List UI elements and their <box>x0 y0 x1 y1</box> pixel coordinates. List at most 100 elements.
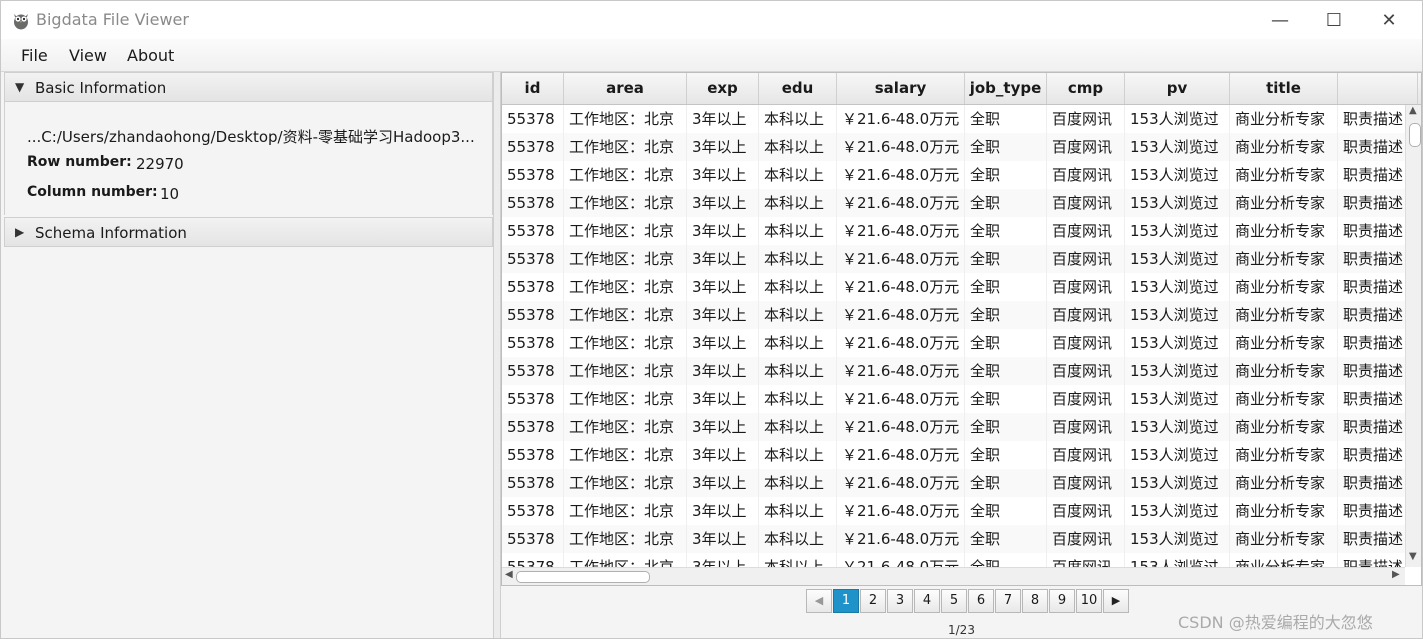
table-cell: 职责描述 <box>1338 525 1405 553</box>
page-button[interactable]: 3 <box>887 589 913 613</box>
table-cell: 55378 <box>502 105 564 133</box>
page-button[interactable]: 2 <box>860 589 886 613</box>
table-cell: 百度网讯 <box>1047 301 1125 329</box>
table-row[interactable]: 55378 工作地区：北京 3年以上 本科以上 ￥21.6-48.0万元 全职 百度网讯 15… <box>502 357 1405 385</box>
menu-file[interactable]: File <box>21 46 48 65</box>
table-row[interactable]: 55378 工作地区：北京 3年以上 本科以上 ￥21.6-48.0万元 全职 百度网讯 15… <box>502 105 1405 133</box>
table-row[interactable]: 55378 工作地区：北京 3年以上 本科以上 ￥21.6-48.0万元 全职 百度网讯 15… <box>502 413 1405 441</box>
column-header[interactable] <box>1338 73 1418 104</box>
close-button[interactable]: ✕ <box>1366 1 1412 39</box>
table-cell: 百度网讯 <box>1047 385 1125 413</box>
table-row[interactable]: 55378 工作地区：北京 3年以上 本科以上 ￥21.6-48.0万元 全职 百度网讯 15… <box>502 133 1405 161</box>
schema-information-header[interactable]: ▶ Schema Information <box>4 217 493 247</box>
basic-information-title: Basic Information <box>35 79 167 97</box>
table-cell: 3年以上 <box>687 217 759 245</box>
split-pane-divider[interactable] <box>493 72 501 638</box>
page-indicator: 1/23 <box>948 623 975 637</box>
table-cell: ￥21.6-48.0万元 <box>837 245 965 273</box>
table-cell: 本科以上 <box>759 105 837 133</box>
page-button[interactable]: 5 <box>941 589 967 613</box>
table-cell: 商业分析专家 <box>1230 273 1338 301</box>
column-header[interactable]: pv <box>1125 73 1230 104</box>
scroll-left-icon[interactable]: ◀ <box>505 569 513 580</box>
vertical-scroll-thumb[interactable] <box>1409 123 1421 147</box>
table-cell: 全职 <box>965 357 1047 385</box>
column-header[interactable]: exp <box>687 73 759 104</box>
page-button[interactable]: 7 <box>995 589 1021 613</box>
table-cell: ￥21.6-48.0万元 <box>837 469 965 497</box>
scroll-right-icon[interactable]: ▶ <box>1392 569 1400 580</box>
next-page-button[interactable]: ▶ <box>1103 589 1129 613</box>
table-cell: 3年以上 <box>687 413 759 441</box>
table-cell: 职责描述 <box>1338 469 1405 497</box>
table-cell: 职责描述 <box>1338 217 1405 245</box>
table-cell: 55378 <box>502 497 564 525</box>
table-cell: 商业分析专家 <box>1230 357 1338 385</box>
column-number-value: 10 <box>160 185 180 203</box>
table-cell: 职责描述 <box>1338 273 1405 301</box>
table-cell: 百度网讯 <box>1047 105 1125 133</box>
scroll-down-icon[interactable]: ▼ <box>1409 551 1417 562</box>
table-cell: 55378 <box>502 357 564 385</box>
table-row[interactable]: 55378 工作地区：北京 3年以上 本科以上 ￥21.6-48.0万元 全职 百度网讯 15… <box>502 329 1405 357</box>
horizontal-scrollbar[interactable]: ◀ ▶ <box>502 567 1405 585</box>
table-row[interactable]: 55378 工作地区：北京 3年以上 本科以上 ￥21.6-48.0万元 全职 百度网讯 15… <box>502 385 1405 413</box>
table-cell: 商业分析专家 <box>1230 497 1338 525</box>
table-row[interactable]: 55378 工作地区：北京 3年以上 本科以上 ￥21.6-48.0万元 全职 百度网讯 15… <box>502 441 1405 469</box>
table-cell: 55378 <box>502 525 564 553</box>
table-cell: 职责描述 <box>1338 189 1405 217</box>
maximize-button[interactable]: ☐ <box>1311 1 1357 39</box>
page-button[interactable]: 1 <box>833 589 859 613</box>
table-cell: 百度网讯 <box>1047 133 1125 161</box>
minimize-button[interactable]: — <box>1257 1 1303 39</box>
column-header[interactable]: salary <box>837 73 965 104</box>
table-row[interactable]: 55378 工作地区：北京 3年以上 本科以上 ￥21.6-48.0万元 全职 百度网讯 15… <box>502 161 1405 189</box>
table-cell: 本科以上 <box>759 497 837 525</box>
table-cell: 工作地区：北京 <box>564 133 687 161</box>
column-header[interactable]: id <box>502 73 564 104</box>
page-button[interactable]: 8 <box>1022 589 1048 613</box>
column-header[interactable]: cmp <box>1047 73 1125 104</box>
table-cell: 全职 <box>965 217 1047 245</box>
owl-icon <box>14 14 28 30</box>
table-cell: 全职 <box>965 105 1047 133</box>
prev-page-button[interactable]: ◀ <box>806 589 832 613</box>
column-header[interactable]: edu <box>759 73 837 104</box>
table-cell: 职责描述 <box>1338 105 1405 133</box>
table-cell: 全职 <box>965 413 1047 441</box>
menu-about[interactable]: About <box>127 46 174 65</box>
column-header[interactable]: title <box>1230 73 1338 104</box>
table-row[interactable]: 55378 工作地区：北京 3年以上 本科以上 ￥21.6-48.0万元 全职 百度网讯 15… <box>502 245 1405 273</box>
table-cell: 3年以上 <box>687 469 759 497</box>
table-row[interactable]: 55378 工作地区：北京 3年以上 本科以上 ￥21.6-48.0万元 全职 百度网讯 15… <box>502 217 1405 245</box>
column-header[interactable]: job_type <box>965 73 1047 104</box>
table-cell: 职责描述 <box>1338 301 1405 329</box>
basic-information-header[interactable]: ▼ Basic Information <box>4 72 493 102</box>
table-cell: 百度网讯 <box>1047 161 1125 189</box>
vertical-scrollbar[interactable]: ▲ ▼ <box>1405 105 1421 567</box>
table-cell: 153人浏览过 <box>1125 273 1230 301</box>
table-cell: 百度网讯 <box>1047 189 1125 217</box>
table-row[interactable]: 55378 工作地区：北京 3年以上 本科以上 ￥21.6-48.0万元 全职 百度网讯 15… <box>502 497 1405 525</box>
table-row[interactable]: 55378 工作地区：北京 3年以上 本科以上 ￥21.6-48.0万元 全职 百度网讯 15… <box>502 189 1405 217</box>
table-cell: 工作地区：北京 <box>564 413 687 441</box>
triangle-right-icon: ▶ <box>15 225 25 239</box>
page-button[interactable]: 10 <box>1076 589 1102 613</box>
table-cell: ￥21.6-48.0万元 <box>837 525 965 553</box>
column-header[interactable]: area <box>564 73 687 104</box>
page-button[interactable]: 9 <box>1049 589 1075 613</box>
table-cell: 55378 <box>502 273 564 301</box>
table-cell: 职责描述 <box>1338 497 1405 525</box>
table-row[interactable]: 55378 工作地区：北京 3年以上 本科以上 ￥21.6-48.0万元 全职 百度网讯 15… <box>502 469 1405 497</box>
horizontal-scroll-thumb[interactable] <box>516 571 650 583</box>
page-button[interactable]: 4 <box>914 589 940 613</box>
table-row[interactable]: 55378 工作地区：北京 3年以上 本科以上 ￥21.6-48.0万元 全职 百度网讯 15… <box>502 301 1405 329</box>
table-row[interactable]: 55378 工作地区：北京 3年以上 本科以上 ￥21.6-48.0万元 全职 百度网讯 15… <box>502 273 1405 301</box>
table-cell: 55378 <box>502 161 564 189</box>
table-cell: 工作地区：北京 <box>564 497 687 525</box>
table-row[interactable]: 55378 工作地区：北京 3年以上 本科以上 ￥21.6-48.0万元 全职 百度网讯 15… <box>502 553 1405 567</box>
page-button[interactable]: 6 <box>968 589 994 613</box>
menu-view[interactable]: View <box>69 46 107 65</box>
table-row[interactable]: 55378 工作地区：北京 3年以上 本科以上 ￥21.6-48.0万元 全职 百度网讯 15… <box>502 525 1405 553</box>
scroll-up-icon[interactable]: ▲ <box>1409 105 1417 116</box>
